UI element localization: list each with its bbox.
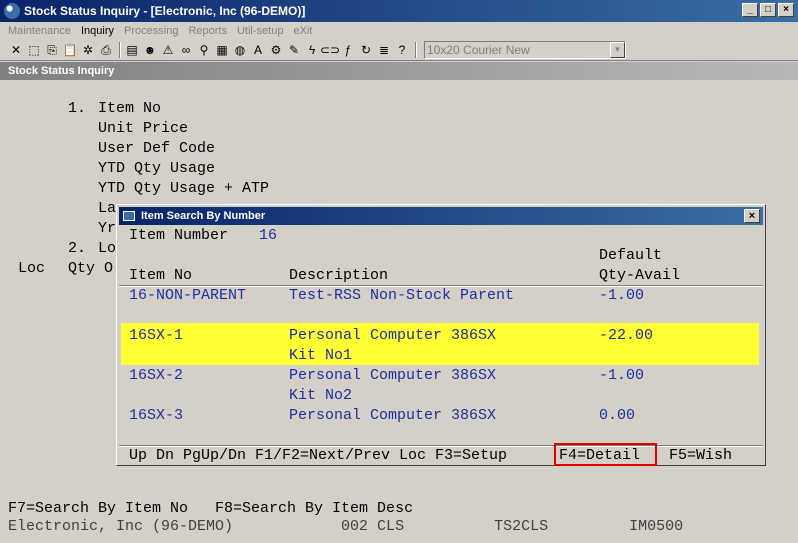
row-description: Personal Computer 386SX [289,407,497,424]
globe-icon[interactable]: ◍ [232,42,248,58]
window-title-bar[interactable]: Stock Status Inquiry - [Electronic, Inc … [0,0,798,22]
print-icon[interactable]: ⎙ [98,42,114,58]
item-number-value[interactable]: 16 [259,227,277,244]
item-search-dialog[interactable]: Item Search By Number × Item Number 16 D… [116,204,766,466]
option-label: YTD Qty Usage + ATP [98,180,270,197]
dialog-title-bar[interactable]: Item Search By Number × [119,207,763,225]
option-label: User Def Code [98,140,216,157]
status-bar: Electronic, Inc (96-DEMO) 002 CLS TS2CLS… [6,516,798,543]
tools-icon[interactable]: ✎ [286,42,302,58]
maximize-button[interactable]: □ [760,3,776,17]
option-label: Item No [98,100,162,117]
alert-icon[interactable]: ⚠ [160,42,176,58]
menu-bar: Maintenance Inquiry Processing Reports U… [0,22,798,40]
copy-icon[interactable]: ⎘ [44,42,60,58]
refresh-icon[interactable]: ↻ [358,42,374,58]
row-description: Personal Computer 386SX [289,327,497,344]
users-icon[interactable]: ☻ [142,42,158,58]
dialog-close-button[interactable]: × [744,209,760,223]
f5-wish-key[interactable]: F5=Wish [669,447,732,464]
option-label: Unit Price [98,120,189,137]
font-icon[interactable]: A [250,42,266,58]
font-select-value: 10x20 Courier New [427,43,530,57]
link-icon[interactable]: ⊂⊃ [320,42,340,58]
row-qty: -1.00 [599,287,645,304]
settings-icon[interactable]: ✲ [80,42,96,58]
close-button[interactable]: × [778,3,794,17]
menu-processing[interactable]: Processing [124,25,178,37]
column-header-loc: Loc [18,260,46,277]
menu-inquiry[interactable]: Inquiry [81,25,114,37]
toolbar-separator [415,42,417,58]
f4-highlight-box [554,443,657,466]
paste-icon[interactable]: 📋 [62,42,78,58]
status-line: Electronic, Inc (96-DEMO) 002 CLS TS2CLS… [8,518,684,535]
window-title: Stock Status Inquiry - [Electronic, Inc … [24,4,306,18]
function-key-hints: F7=Search By Item No F8=Search By Item D… [8,500,414,517]
lightning-icon[interactable]: ϟ [304,42,320,58]
header-item-no: Item No [129,267,193,284]
row-description: Personal Computer 386SX [289,367,497,384]
row-item-no: 16SX-1 [129,327,184,344]
toolbar: ✕ ⬚ ⎘ 📋 ✲ ⎙ ▤ ☻ ⚠ ∞ ⚲ ▦ ◍ A ⚙ ✎ ϟ ⊂⊃ ƒ ↻… [0,40,798,61]
option-number: 2. [68,240,87,257]
header-default: Default [599,247,663,264]
app-icon [4,3,20,19]
menu-util-setup[interactable]: Util-setup [237,25,283,37]
chevron-down-icon[interactable]: ▼ [610,42,625,58]
calendar-icon[interactable]: ▦ [214,42,230,58]
menu-maintenance[interactable]: Maintenance [8,25,71,37]
function-icon[interactable]: ƒ [340,42,356,58]
option-number: 1. [68,100,87,117]
row-description: Test-RSS Non-Stock Parent [289,287,515,304]
header-qty-avail: Qty-Avail [599,267,681,284]
row-description-line2: Kit No1 [289,347,353,364]
option-label: La [98,200,117,217]
menu-exit[interactable]: eXit [293,25,312,37]
toolbar-separator [119,42,121,58]
dialog-title: Item Search By Number [141,210,266,222]
row-qty: -1.00 [599,367,645,384]
list-icon[interactable]: ≣ [376,42,392,58]
search-icon[interactable]: ⚲ [196,42,212,58]
inquiry-window-title: Stock Status Inquiry [0,62,798,80]
option-label: YTD Qty Usage [98,160,216,177]
menu-reports[interactable]: Reports [188,25,227,37]
option-label: Lo [98,240,117,257]
item-number-label: Item Number [129,227,229,244]
option-label: Yr [98,220,117,237]
row-item-no: 16-NON-PARENT [129,287,247,304]
column-header-qty: Qty O [68,260,114,277]
binoculars-icon[interactable]: ∞ [178,42,194,58]
calculator-icon[interactable]: ▤ [124,42,140,58]
row-qty: 0.00 [599,407,636,424]
row-qty: -22.00 [599,327,654,344]
font-select[interactable]: 10x20 Courier New ▼ [424,41,626,59]
minimize-button[interactable]: _ [742,3,758,17]
window-icon [123,211,135,221]
help-icon[interactable]: ? [394,42,410,58]
row-description-line2: Kit No2 [289,387,353,404]
cut-icon[interactable]: ✕ [8,42,24,58]
header-description: Description [289,267,389,284]
select-icon[interactable]: ⬚ [26,42,42,58]
row-item-no: 16SX-2 [129,367,184,384]
nav-key-hints: Up Dn PgUp/Dn F1/F2=Next/Prev Loc F3=Set… [129,447,508,464]
row-item-no: 16SX-3 [129,407,184,424]
gear-icon[interactable]: ⚙ [268,42,284,58]
